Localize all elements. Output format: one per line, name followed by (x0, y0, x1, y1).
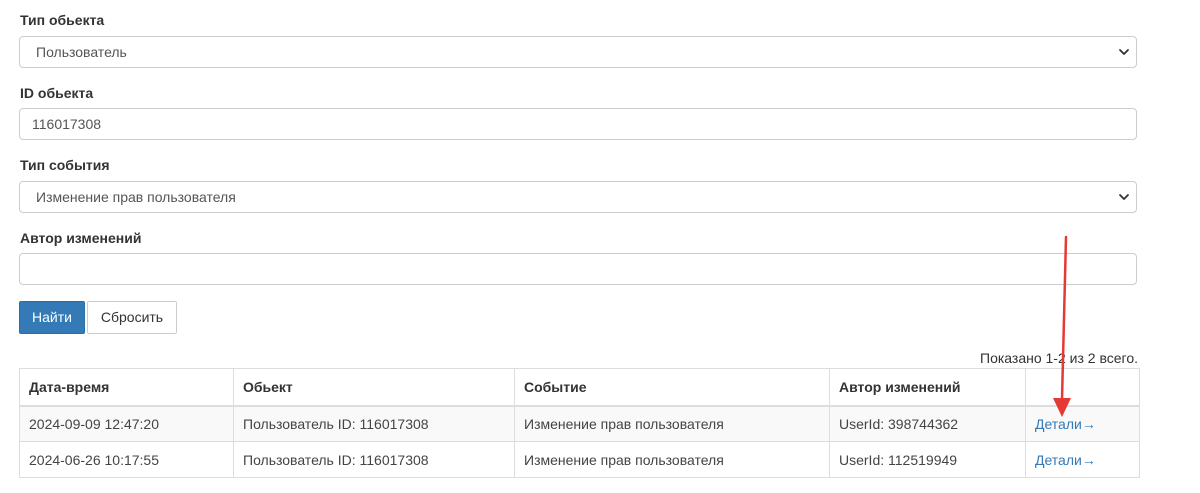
column-header-event[interactable]: Событие (514, 368, 830, 407)
cell-actions: Детали→ (1025, 405, 1140, 442)
object-type-select[interactable]: Пользователь (19, 36, 1137, 68)
cell-author: UserId: 112519949 (829, 441, 1026, 478)
event-type-select[interactable]: Изменение прав пользователя (19, 181, 1137, 213)
column-header-object[interactable]: Обьект (233, 368, 515, 407)
author-label: Автор изменений (20, 230, 142, 246)
cell-object: Пользователь ID: 116017308 (233, 405, 515, 442)
reset-button[interactable]: Сбросить (87, 301, 177, 334)
table-row: 2024-09-09 12:47:20 Пользователь ID: 116… (19, 405, 1140, 442)
cell-author: UserId: 398744362 (829, 405, 1026, 442)
event-type-label: Тип события (20, 157, 110, 173)
event-type-value: Изменение прав пользователя (36, 189, 236, 205)
object-id-value: 116017308 (32, 116, 102, 132)
column-header-actions (1025, 368, 1140, 407)
results-table: Дата-время Обьект Событие Автор изменени… (19, 368, 1140, 478)
column-header-datetime[interactable]: Дата-время (19, 368, 234, 407)
table-header-row: Дата-время Обьект Событие Автор изменени… (19, 368, 1140, 407)
cell-datetime: 2024-06-26 10:17:55 (19, 441, 234, 478)
cell-actions: Детали→ (1025, 441, 1140, 478)
object-type-label: Тип обьекта (20, 12, 105, 28)
details-link[interactable]: Детали→ (1035, 452, 1096, 468)
cell-object: Пользователь ID: 116017308 (233, 441, 515, 478)
cell-event: Изменение прав пользователя (514, 405, 830, 442)
object-type-value: Пользователь (36, 44, 127, 60)
audit-log-page: Тип обьекта Пользователь ID обьекта 1160… (0, 0, 1200, 493)
object-id-label: ID обьекта (20, 85, 94, 101)
author-input[interactable] (19, 253, 1137, 285)
results-summary: Показано 1-2 из 2 всего. (980, 350, 1138, 366)
object-id-input[interactable]: 116017308 (19, 108, 1137, 140)
cell-event: Изменение прав пользователя (514, 441, 830, 478)
find-button[interactable]: Найти (19, 301, 85, 334)
chevron-down-icon (1119, 194, 1129, 200)
details-link[interactable]: Детали→ (1035, 416, 1096, 432)
table-row: 2024-06-26 10:17:55 Пользователь ID: 116… (19, 441, 1140, 478)
column-header-author[interactable]: Автор изменений (829, 368, 1026, 407)
chevron-down-icon (1119, 49, 1129, 55)
cell-datetime: 2024-09-09 12:47:20 (19, 405, 234, 442)
